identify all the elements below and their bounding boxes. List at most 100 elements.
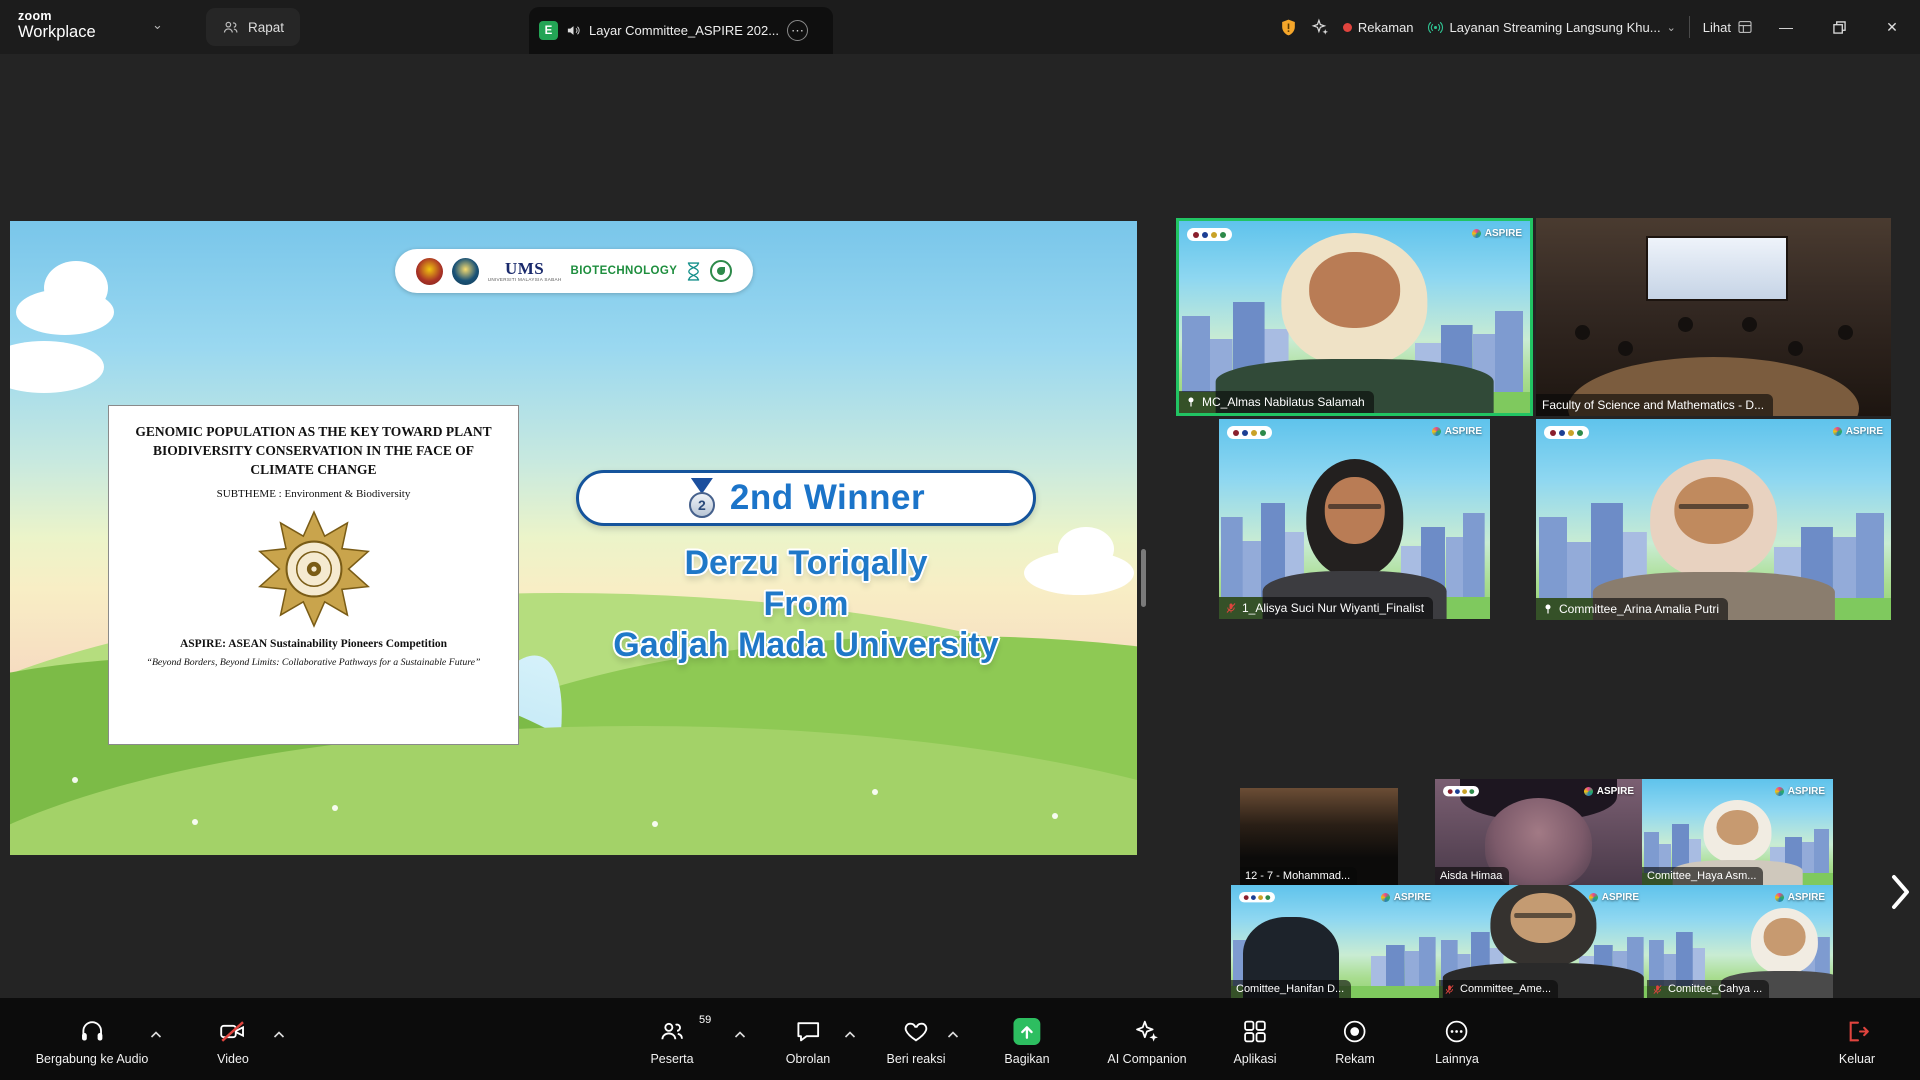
- join-audio-button[interactable]: Bergabung ke Audio: [36, 1018, 149, 1066]
- aspire-flower-icon: [1584, 787, 1593, 796]
- video-button[interactable]: Video: [217, 1018, 249, 1066]
- aspire-flower-icon: [1381, 893, 1390, 902]
- video-tile-haya[interactable]: ASPIRE Comittee_Haya Asm...: [1642, 779, 1833, 885]
- winner-announcement: Derzu Toriqally From Gadjah Mada Univers…: [550, 543, 1062, 666]
- award-badge: 2 2nd Winner: [576, 470, 1036, 526]
- apps-button[interactable]: Aplikasi: [1233, 1018, 1276, 1066]
- university-logo-banner: UMS UNIVERSITI MALAYSIA SABAH BIOTECHNOL…: [395, 249, 753, 293]
- recording-indicator[interactable]: Rekaman: [1343, 20, 1414, 35]
- winner-name: Derzu Toriqally: [550, 543, 1062, 584]
- poster-title: GENOMIC POPULATION AS THE KEY TOWARD PLA…: [127, 422, 500, 479]
- tab-meeting-label: Rapat: [248, 20, 284, 35]
- titlebar-right-controls: Rekaman Layanan Streaming Langsung Khu..…: [1279, 0, 1920, 54]
- leave-button[interactable]: Keluar: [1839, 1018, 1875, 1066]
- zoom-workplace-logo: zoom Workplace: [18, 9, 96, 42]
- participant-nametag: Comittee_Cahya ...: [1647, 980, 1769, 998]
- participants-options-chevron[interactable]: [735, 1025, 746, 1043]
- video-tile-aisda[interactable]: ASPIRE Aisda Himaa: [1435, 779, 1642, 885]
- record-button[interactable]: Rekam: [1335, 1018, 1375, 1066]
- meeting-room-video: [1536, 218, 1891, 416]
- ums-crest-icon: [452, 258, 479, 285]
- tab-screen-share-label: Layar Committee_ASPIRE 202...: [589, 23, 779, 38]
- view-button[interactable]: Lihat: [1703, 19, 1753, 35]
- pin-icon: [1185, 396, 1197, 408]
- video-tile-arina[interactable]: ASPIRE Committee_Arina Amalia Putri: [1536, 419, 1891, 620]
- ums-subtext: UNIVERSITI MALAYSIA SABAH: [488, 278, 562, 283]
- ai-companion-button[interactable]: AI Companion: [1107, 1018, 1186, 1066]
- video-tile-mohammad[interactable]: 12 - 7 - Mohammad...: [1240, 788, 1398, 885]
- broadcast-icon: [1427, 19, 1444, 36]
- ugm-emblem-icon: [253, 508, 375, 630]
- recording-dot-icon: [1343, 23, 1352, 32]
- aspire-logo: ASPIRE: [1432, 426, 1482, 437]
- video-tile-ame[interactable]: ASPIRE Committee_Ame...: [1439, 885, 1647, 998]
- video-options-chevron[interactable]: [274, 1025, 285, 1043]
- chevron-down-icon[interactable]: ⌄: [152, 17, 163, 33]
- aspire-logo: ASPIRE: [1833, 426, 1883, 437]
- winner-from: From: [550, 584, 1062, 625]
- minimize-button[interactable]: —: [1766, 0, 1806, 54]
- leave-icon: [1843, 1018, 1870, 1045]
- scrollbar-handle[interactable]: [1141, 549, 1146, 607]
- restore-icon: [1833, 21, 1846, 34]
- participant-nametag: 1_Alisya Suci Nur Wiyanti_Finalist: [1219, 597, 1433, 619]
- security-shield-icon[interactable]: [1279, 18, 1298, 37]
- mic-off-icon: [1652, 984, 1663, 995]
- ums-logo-strip: [1443, 786, 1479, 796]
- glasses: [1678, 504, 1748, 509]
- participant-silhouette: [1270, 459, 1438, 619]
- reactions-button[interactable]: Beri reaksi: [886, 1018, 945, 1066]
- meeting-toolbar: Bergabung ke Audio Video Peserta 59 Obro…: [0, 998, 1920, 1080]
- aspire-flower-icon: [1775, 893, 1784, 902]
- green-leaf-icon: [710, 260, 732, 282]
- aspire-flower-icon: [1775, 787, 1784, 796]
- video-tile-faculty-room[interactable]: Faculty of Science and Mathematics - D..…: [1536, 218, 1891, 416]
- streaming-selector[interactable]: Layanan Streaming Langsung Khu... ⌄: [1427, 19, 1676, 36]
- dna-hourglass-icon: [686, 262, 701, 281]
- chat-options-chevron[interactable]: [845, 1025, 856, 1043]
- aspire-logo: ASPIRE: [1775, 786, 1825, 797]
- tab-meeting[interactable]: Rapat: [206, 8, 300, 46]
- chat-button[interactable]: Obrolan: [786, 1018, 830, 1066]
- aspire-flower-icon: [1833, 427, 1842, 436]
- chat-icon: [794, 1018, 821, 1045]
- aspire-logo: ASPIRE: [1584, 786, 1634, 797]
- aspire-logo: ASPIRE: [1775, 892, 1825, 903]
- participants-button[interactable]: Peserta: [650, 1018, 693, 1066]
- ums-wordmark: UMS: [505, 260, 544, 278]
- participant-nametag: Comittee_Hanifan D...: [1231, 980, 1351, 998]
- participant-nametag: Aisda Himaa: [1435, 867, 1509, 885]
- share-screen-icon: [1014, 1018, 1041, 1045]
- streaming-label: Layanan Streaming Langsung Khu...: [1450, 20, 1661, 35]
- video-tile-alisya[interactable]: ASPIRE 1_Alisya Suci Nur Wiyanti_Finalis…: [1219, 419, 1490, 619]
- app-badge: E: [539, 21, 558, 40]
- join-audio-options-chevron[interactable]: [151, 1025, 162, 1043]
- finalist-poster-card: GENOMIC POPULATION AS THE KEY TOWARD PLA…: [108, 405, 519, 745]
- participant-nametag: Committee_Ame...: [1439, 980, 1558, 998]
- aspire-logo: ASPIRE: [1381, 892, 1431, 903]
- video-tile-mc-almas[interactable]: ASPIRE MC_Almas Nabilatus Salamah: [1176, 218, 1533, 416]
- flower-dot: [872, 789, 878, 795]
- medal-number: 2: [689, 492, 715, 518]
- next-gallery-page-button[interactable]: [1886, 870, 1914, 914]
- ai-sparkle-icon[interactable]: [1311, 18, 1330, 37]
- participant-nametag: Comittee_Haya Asm...: [1642, 867, 1763, 885]
- maximize-button[interactable]: [1819, 0, 1859, 54]
- cloud-icon: [10, 341, 104, 393]
- people-icon: [222, 19, 239, 36]
- reactions-options-chevron[interactable]: [948, 1025, 959, 1043]
- tab-options-icon[interactable]: ⋯: [787, 20, 808, 41]
- ums-logo-strip: [1544, 426, 1589, 439]
- tab-screen-share[interactable]: E Layar Committee_ASPIRE 202... ⋯: [529, 7, 833, 54]
- flower-dot: [1052, 813, 1058, 819]
- ums-logo-strip: [1239, 892, 1275, 902]
- close-button[interactable]: ✕: [1872, 0, 1912, 54]
- share-screen-button[interactable]: Bagikan: [1004, 1018, 1049, 1066]
- ai-companion-icon: [1134, 1018, 1161, 1045]
- divider: [1689, 16, 1690, 38]
- video-tile-cahya[interactable]: ASPIRE Comittee_Cahya ...: [1647, 885, 1833, 998]
- more-button[interactable]: Lainnya: [1435, 1018, 1479, 1066]
- video-tile-hanifan[interactable]: ASPIRE Comittee_Hanifan D...: [1231, 885, 1439, 998]
- aspire-flower-icon: [1589, 893, 1598, 902]
- chevron-right-icon: [1890, 874, 1910, 910]
